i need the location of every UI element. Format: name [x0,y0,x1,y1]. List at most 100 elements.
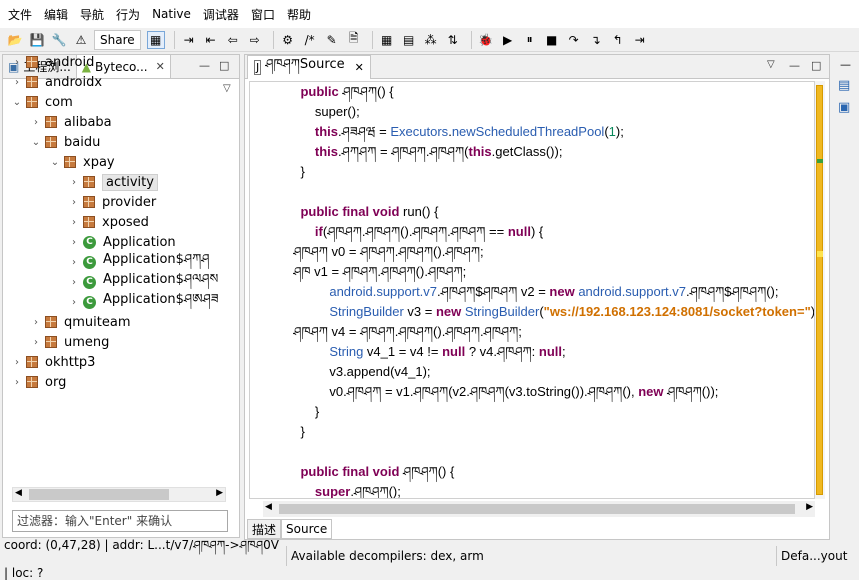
current-line-marker[interactable] [817,251,823,257]
chevron-right-icon[interactable]: › [65,217,83,228]
warning-icon[interactable]: ⚠ [72,31,90,49]
chevron-right-icon[interactable]: › [27,117,45,128]
scroll-left-icon[interactable]: ◀ [265,502,272,512]
code-line[interactable]: v0.ཤཁཤཀ = v1.ཤཁཤཀ(v2.ཤཁཤཀ(v3.toString())… [250,382,810,402]
code-line[interactable]: android.support.v7.ཤཁཤཀ$ཤཁཤཀ v2 = new an… [250,282,810,302]
step-over-icon[interactable]: ↷ [565,31,583,49]
run-icon[interactable]: ▶ [499,31,517,49]
minimize-icon[interactable]: — [789,59,800,72]
code-horizontal-scrollbar[interactable]: ◀ ▶ [263,501,815,517]
tree-node[interactable]: › umeng [8,332,228,352]
tree-node[interactable]: › androidx [8,72,228,92]
code-line[interactable] [250,442,810,462]
code-vertical-scrollbar[interactable] [815,81,825,499]
scroll-right-icon[interactable]: ▶ [216,488,223,498]
menu-item[interactable]: 窗口 [247,6,279,23]
menu-item[interactable]: 文件 [4,6,36,23]
code-line[interactable]: ཤཁ v1 = ཤཁཤཀ.ཤཁཤཀ().ཤཁཤཀ; [250,262,810,282]
pencil-icon[interactable]: ✎ [323,31,341,49]
stop-icon[interactable]: ■ [543,31,561,49]
refactor-icon[interactable]: ⚙ [279,31,297,49]
chevron-right-icon[interactable]: › [8,377,26,388]
code-line[interactable]: } [250,162,810,182]
filter-input[interactable]: 过滤器：输入"Enter" 来确认 [12,510,228,532]
code-line[interactable]: this.ཤཀཤཀ = ཤཁཤཀ.ཤཁཤཀ(this.getClass()); [250,142,810,162]
minimize-icon[interactable]: — [840,58,851,71]
code-line[interactable]: } [250,422,810,442]
scroll-thumb[interactable] [29,489,169,500]
chevron-down-icon[interactable]: ⌄ [27,137,45,148]
tree-node[interactable]: › org [8,372,228,392]
package-icon[interactable]: ▦ [378,31,396,49]
code-line[interactable]: String v4_1 = v4 != null ? v4.ཤཁཤཀ: null… [250,342,810,362]
pause-icon[interactable]: ⏸ [521,31,539,49]
step-return-icon[interactable]: ↰ [609,31,627,49]
code-line[interactable]: StringBuilder v3 = new StringBuilder("ws… [250,302,814,322]
chevron-right-icon[interactable]: › [65,237,83,248]
chevron-down-icon[interactable]: ⌄ [46,157,64,168]
tree-node[interactable]: ⌄ baidu [8,132,228,152]
comment-icon[interactable]: /* [301,31,319,49]
chevron-right-icon[interactable]: › [8,57,26,68]
tree-node[interactable]: › android [8,52,228,72]
scroll-thumb[interactable] [816,85,823,495]
menu-item[interactable]: 行为 [112,6,144,23]
chevron-right-icon[interactable]: › [8,77,26,88]
menu-item[interactable]: Native [148,7,195,21]
code-text[interactable]: public ཤཁཤཀ() { super(); this.ཤཟཤཝ = Exe… [250,82,814,498]
debug-icon[interactable]: 🐞 [477,31,495,49]
chevron-right-icon[interactable]: › [8,357,26,368]
scroll-right-icon[interactable]: ▶ [806,502,813,512]
share-button[interactable]: Share [94,29,141,50]
code-line[interactable]: } [250,402,810,422]
terminal-icon[interactable]: ▣ [838,100,850,115]
code-line[interactable]: if(ཤཁཤཀ.ཤཁཤཀ().ཤཁཤཀ.ཤཁཤཀ == null) { [250,222,810,242]
menu-item[interactable]: 导航 [76,6,108,23]
back-icon[interactable]: ⇦ [224,31,242,49]
menu-item[interactable]: 帮助 [283,6,315,23]
chevron-down-icon[interactable]: ⌄ [8,97,26,108]
code-view[interactable]: public ཤཁཤཀ() { super(); this.ཤཟཤཝ = Exe… [249,81,815,499]
hierarchy-icon[interactable]: ▤ [400,31,418,49]
code-line[interactable]: public final void ཤཁཤཀ() { [250,462,810,482]
chevron-right-icon[interactable]: › [65,257,83,268]
chevron-right-icon[interactable]: › [65,177,83,188]
scroll-thumb[interactable] [279,504,795,514]
code-line[interactable]: this.ཤཟཤཝ = Executors.newScheduledThread… [250,122,810,142]
run-to-cursor-icon[interactable]: ⇥ [631,31,649,49]
layout-icon[interactable]: ▦ [146,30,165,49]
tab-source-bottom[interactable]: Source [281,519,333,539]
graph-icon[interactable]: ⁂ [422,31,440,49]
code-line[interactable]: ཤཁཤཀ v0 = ཤཁཤཀ.ཤཁཤཀ().ཤཁཤཀ; [250,242,810,262]
code-line[interactable]: super.ཤཁཤཀ(); [250,482,810,498]
open-folder-icon[interactable]: 📂 [6,31,24,49]
tree-node[interactable]: ⌄ com [8,92,228,112]
wrench-icon[interactable]: 🔧 [50,31,68,49]
menu-item[interactable]: 调试器 [199,6,243,23]
tab-source[interactable]: J ཤཁཤཀSource ✕ [247,55,371,79]
maximize-icon[interactable]: □ [811,59,821,72]
chevron-right-icon[interactable]: › [27,317,45,328]
code-line[interactable]: public final void run() { [250,202,810,222]
tree-node[interactable]: › C Application$ཤཨཤཟ [8,292,228,312]
code-line[interactable]: public ཤཁཤཀ() { [250,82,810,102]
overview-marker[interactable] [817,159,823,163]
view-menu-icon[interactable]: ▽ [767,59,775,70]
step-into-icon[interactable]: ↴ [587,31,605,49]
chevron-right-icon[interactable]: › [27,337,45,348]
import-icon[interactable]: ⇥ [180,31,198,49]
chevron-right-icon[interactable]: › [65,297,83,308]
document-icon[interactable]: 🗎 [345,31,363,49]
close-icon[interactable]: ✕ [355,61,364,74]
tree-node[interactable]: › activity [8,172,228,192]
scroll-left-icon[interactable]: ◀ [15,488,22,498]
tree-node[interactable]: ⌄ xpay [8,152,228,172]
tree-node[interactable]: › alibaba [8,112,228,132]
export-icon[interactable]: ⇤ [202,31,220,49]
code-line[interactable]: v3.append(v4_1); [250,362,810,382]
code-line[interactable]: super(); [250,102,810,122]
console-icon[interactable]: ▤ [838,78,850,93]
save-icon[interactable]: 💾 [28,31,46,49]
code-line[interactable] [250,182,810,202]
menu-item[interactable]: 编辑 [40,6,72,23]
